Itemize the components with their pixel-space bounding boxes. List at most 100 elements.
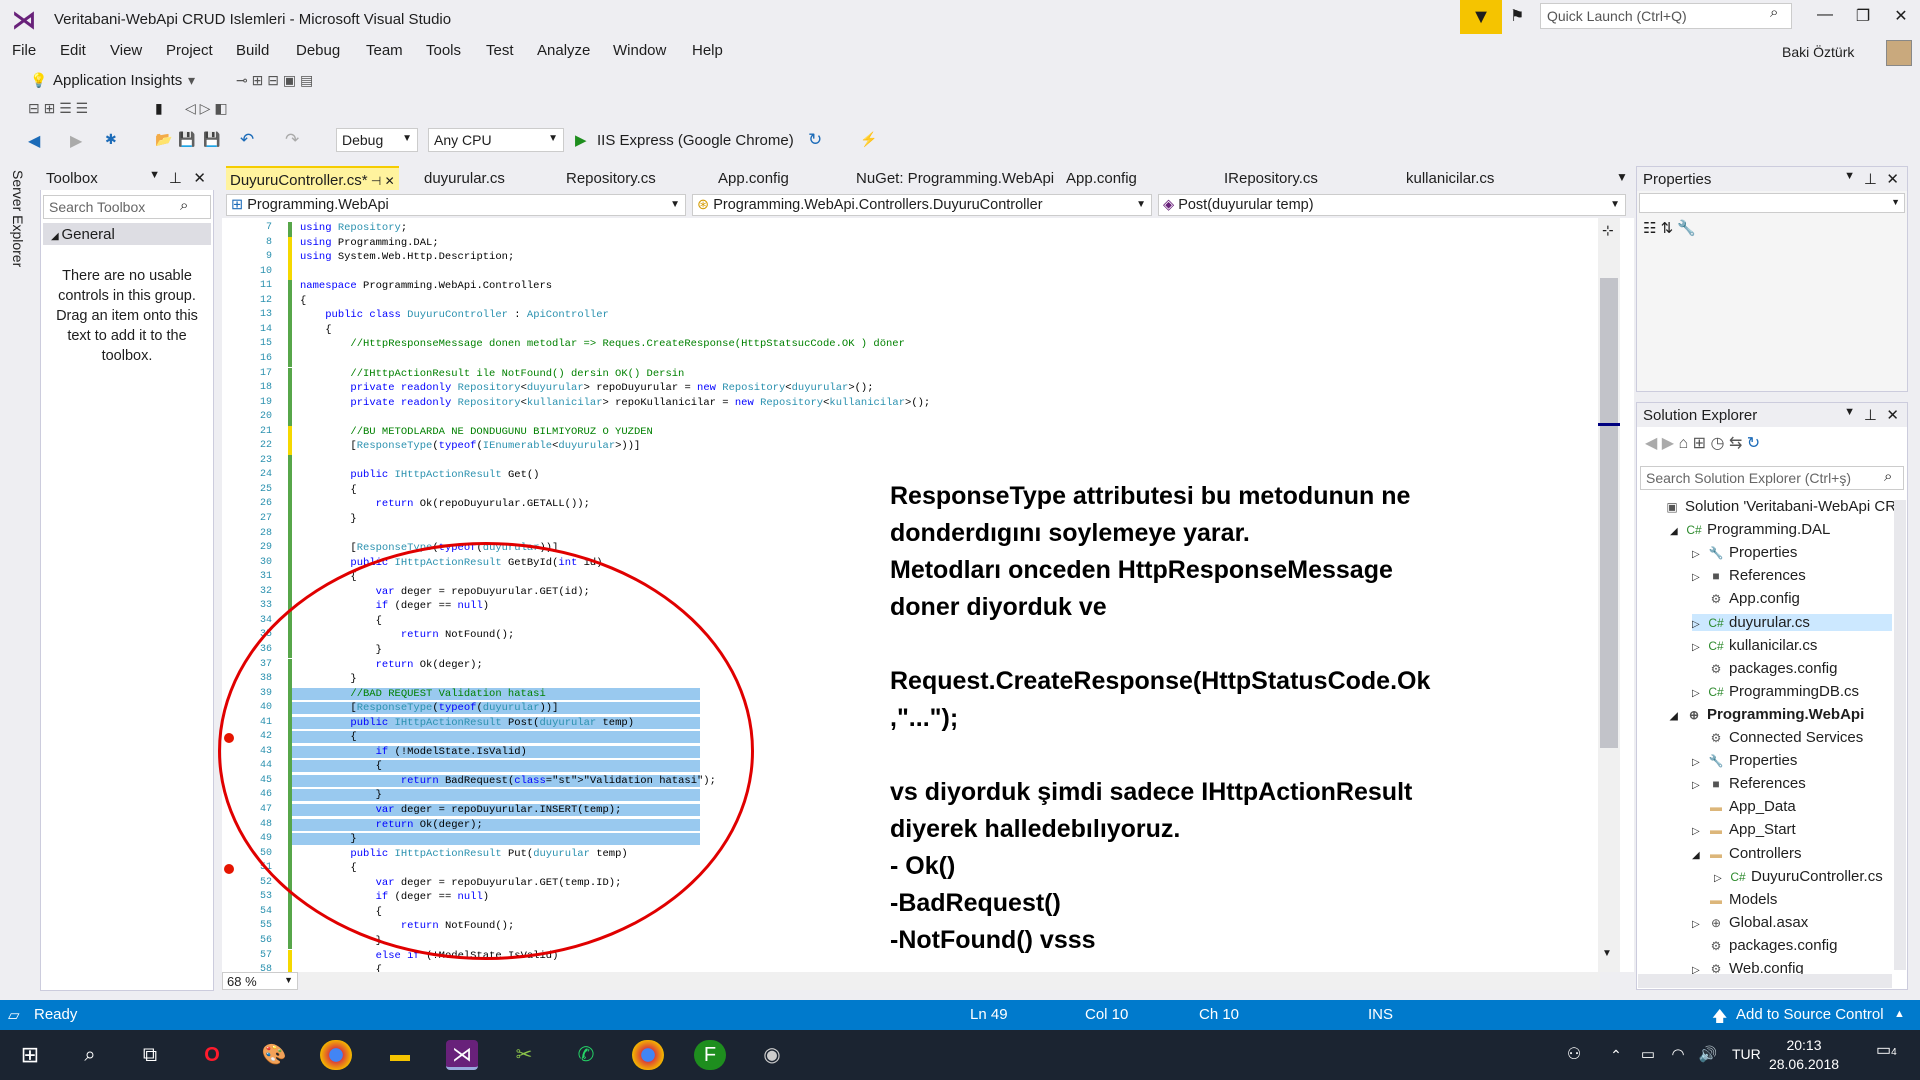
forward-icon[interactable]: ▶: [70, 131, 82, 151]
expander-icon[interactable]: ▷: [1692, 919, 1708, 930]
pin-icon[interactable]: ⊥: [1864, 170, 1877, 188]
file-explorer-icon[interactable]: ▬: [384, 1040, 416, 1070]
solution-tree-item[interactable]: ▷ ▬ App_Start: [1692, 821, 1892, 838]
windows-start-icon[interactable]: ⊞: [14, 1040, 46, 1070]
add-to-source-control-button[interactable]: Add to Source Control: [1736, 1006, 1884, 1023]
forward-icon[interactable]: ▶: [1662, 435, 1674, 452]
play-icon[interactable]: ▶: [575, 131, 587, 149]
app-icon[interactable]: ◉: [756, 1040, 788, 1070]
notifications-icon[interactable]: ⚑: [1510, 6, 1524, 26]
paint-icon[interactable]: 🎨: [258, 1040, 290, 1070]
tab-document[interactable]: duyurular.cs: [420, 166, 509, 190]
solution-tree-item[interactable]: ⚙ packages.config: [1692, 937, 1892, 954]
solution-tree-item[interactable]: ▬ App_Data: [1692, 798, 1892, 815]
pin-icon[interactable]: ⊥: [1864, 406, 1877, 424]
search-icon[interactable]: ⌕: [74, 1040, 106, 1070]
code-line[interactable]: {: [300, 964, 382, 972]
member-dropdown[interactable]: ◈ Post(duyurular temp) ▼: [1158, 194, 1626, 216]
solution-tree-item[interactable]: ⚙ packages.config: [1692, 660, 1892, 677]
minimize-button[interactable]: —: [1810, 6, 1840, 24]
code-line[interactable]: {: [300, 484, 356, 496]
expander-icon[interactable]: ▷: [1692, 642, 1708, 653]
code-line[interactable]: using Repository;: [300, 222, 407, 234]
solution-tree-item[interactable]: ▷ C# DuyuruController.cs: [1714, 868, 1892, 885]
expander-icon[interactable]: ▷: [1692, 619, 1708, 630]
code-line[interactable]: {: [300, 324, 331, 336]
whatsapp-icon[interactable]: ✆: [570, 1040, 602, 1070]
expander-icon[interactable]: ▷: [1692, 572, 1708, 583]
solution-tree-item[interactable]: ▷ ■ References: [1692, 567, 1892, 584]
code-line[interactable]: public IHttpActionResult Get(): [300, 469, 539, 481]
solution-tree-item[interactable]: ◢ ⊕ Programming.WebApi: [1670, 706, 1892, 723]
solution-horizontal-scrollbar[interactable]: [1638, 974, 1892, 988]
people-icon[interactable]: ⚇: [1558, 1040, 1590, 1070]
browser-link-icon[interactable]: ⚡: [860, 131, 877, 148]
solution-tree-item[interactable]: ▣ Solution 'Veritabani-WebApi CRU: [1648, 498, 1907, 515]
code-line[interactable]: private readonly Repository<duyurular> r…: [300, 382, 873, 394]
toolbar-icon[interactable]: ⊸ ⊞ ⊟ ▣ ▤: [236, 72, 313, 89]
app-insights-button[interactable]: Application Insights: [53, 72, 182, 89]
expander-icon[interactable]: ▷: [1714, 873, 1730, 884]
code-line[interactable]: return Ok(repoDuyurular.GETALL());: [300, 498, 590, 510]
expander-icon[interactable]: ▷: [1692, 826, 1708, 837]
chevron-up-icon[interactable]: ⌃: [1600, 1040, 1632, 1070]
chevron-up-icon[interactable]: ▲: [1894, 1008, 1905, 1020]
solution-tree-item[interactable]: ▷ 🔧 Properties: [1692, 544, 1892, 561]
tab-document[interactable]: App.config: [1062, 166, 1141, 190]
solution-tree-item[interactable]: ▷ 🔧 Properties: [1692, 752, 1892, 769]
sync-icon[interactable]: ⇆: [1729, 435, 1742, 452]
redo-icon[interactable]: ↷: [285, 130, 299, 150]
menu-item[interactable]: File: [12, 42, 36, 59]
volume-icon[interactable]: 🔊: [1692, 1040, 1724, 1070]
expander-icon[interactable]: ▷: [1692, 757, 1708, 768]
code-line[interactable]: {: [300, 295, 306, 307]
solution-tree-item[interactable]: ◢ ▬ Controllers: [1692, 845, 1892, 862]
chevron-down-icon[interactable]: ▼: [1844, 406, 1855, 418]
tab-overflow-icon[interactable]: ▼: [1612, 166, 1632, 190]
save-all-icon[interactable]: 💾: [203, 131, 220, 148]
save-icon[interactable]: 💾: [178, 131, 195, 148]
solution-tree-item[interactable]: ⚙ App.config: [1692, 590, 1892, 607]
bookmark-icon[interactable]: ▮: [155, 100, 163, 117]
solution-search-input[interactable]: Search Solution Explorer (Ctrl+ş): [1640, 466, 1904, 490]
expander-icon[interactable]: ◢: [1670, 711, 1686, 722]
visual-studio-taskbar-icon[interactable]: ⋊: [446, 1040, 478, 1070]
close-button[interactable]: ✕: [1886, 6, 1916, 26]
expander-icon[interactable]: ▷: [1692, 780, 1708, 791]
tab-document[interactable]: kullanicilar.cs: [1402, 166, 1498, 190]
menu-item[interactable]: Team: [366, 42, 403, 59]
code-line[interactable]: public class DuyuruController : ApiContr…: [300, 309, 609, 321]
menu-item[interactable]: Analyze: [537, 42, 590, 59]
chevron-down-icon[interactable]: ▼: [149, 169, 160, 181]
zoom-select[interactable]: 68 % ▼: [222, 972, 298, 990]
user-name[interactable]: Baki Öztürk: [1782, 44, 1854, 60]
solution-vertical-scrollbar[interactable]: [1894, 500, 1906, 970]
code-line[interactable]: }: [300, 513, 356, 525]
tab-document[interactable]: Repository.cs: [562, 166, 660, 190]
battery-icon[interactable]: ▭: [1632, 1040, 1664, 1070]
tab-document[interactable]: IRepository.cs: [1220, 166, 1322, 190]
solution-tree-item[interactable]: ▷ C# kullanicilar.cs: [1692, 637, 1892, 654]
language-indicator[interactable]: TUR: [1732, 1046, 1761, 1062]
undo-icon[interactable]: ↶: [240, 130, 254, 150]
code-line[interactable]: using Programming.DAL;: [300, 237, 439, 249]
bookmark-nav-icon[interactable]: ◁ ▷ ◧: [185, 100, 228, 117]
solution-tree-item[interactable]: ◢ C# Programming.DAL: [1670, 521, 1892, 538]
solution-tree-item[interactable]: ▷ C# ProgrammingDB.cs: [1692, 683, 1892, 700]
toolbox-group-general[interactable]: ◢ General: [43, 223, 211, 245]
breakpoint-icon[interactable]: [224, 864, 234, 875]
platform-select[interactable]: Any CPU ▼: [428, 128, 564, 152]
pending-changes-icon[interactable]: ◷: [1711, 435, 1725, 452]
refresh-icon[interactable]: ↻: [808, 130, 822, 150]
expander-icon[interactable]: ◢: [1692, 850, 1708, 861]
expander-icon[interactable]: ▷: [1692, 688, 1708, 699]
quick-launch-input[interactable]: Quick Launch (Ctrl+Q): [1540, 3, 1792, 29]
configuration-select[interactable]: Debug ▼: [336, 128, 418, 152]
snipping-tool-icon[interactable]: ✂: [508, 1040, 540, 1070]
menu-item[interactable]: Debug: [296, 42, 340, 59]
scroll-thumb[interactable]: [1600, 278, 1618, 748]
home-icon[interactable]: ⌂: [1679, 435, 1689, 452]
dropdown-icon[interactable]: ▾: [188, 72, 195, 89]
restore-button[interactable]: ❐: [1848, 6, 1878, 26]
notification-icon[interactable]: ▭4: [1876, 1040, 1916, 1060]
